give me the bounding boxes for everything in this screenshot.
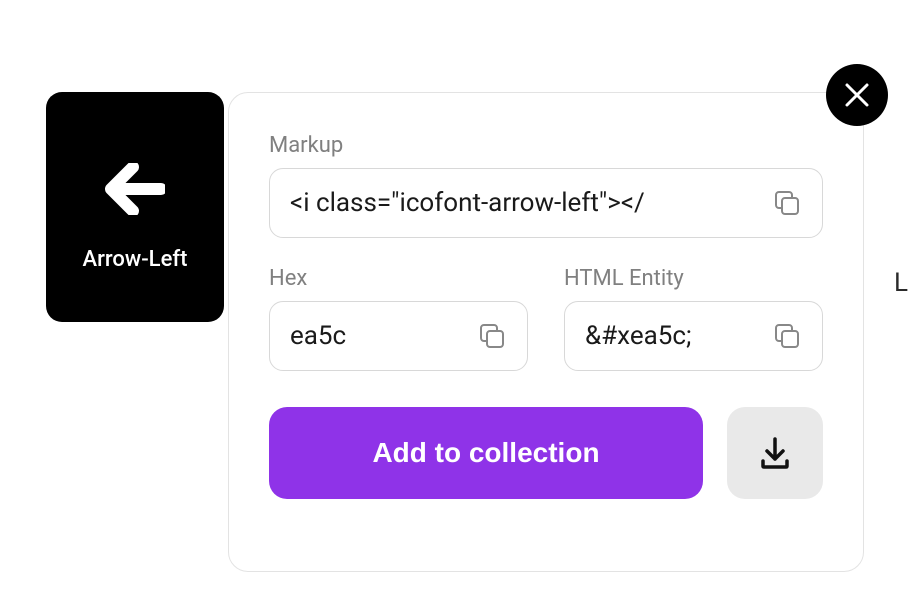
close-icon: [843, 81, 871, 109]
hex-label: Hex: [269, 266, 528, 291]
copy-icon: [477, 321, 507, 351]
markup-value: <i class="icofont-arrow-left"></: [290, 188, 764, 218]
markup-field-group: Markup <i class="icofont-arrow-left"></: [269, 133, 823, 238]
html-entity-input[interactable]: &#xea5c;: [564, 301, 823, 371]
copy-icon: [772, 321, 802, 351]
icon-detail-panel: Markup <i class="icofont-arrow-left"></ …: [228, 92, 864, 572]
icon-preview-card[interactable]: Arrow-Left: [46, 92, 224, 322]
html-entity-value: &#xea5c;: [585, 321, 764, 351]
icon-name-label: Arrow-Left: [83, 247, 188, 272]
copy-hex-button[interactable]: [477, 321, 507, 351]
html-entity-label: HTML Entity: [564, 266, 823, 291]
html-entity-field-group: HTML Entity &#xea5c;: [564, 266, 823, 371]
markup-label: Markup: [269, 133, 823, 158]
download-icon: [755, 433, 795, 473]
arrow-left-icon: [105, 163, 165, 219]
copy-markup-button[interactable]: [772, 188, 802, 218]
close-button[interactable]: [826, 64, 888, 126]
hex-field-group: Hex ea5c: [269, 266, 528, 371]
download-button[interactable]: [727, 407, 823, 499]
copy-html-entity-button[interactable]: [772, 321, 802, 351]
add-to-collection-button[interactable]: Add to collection: [269, 407, 703, 499]
hex-value: ea5c: [290, 321, 469, 351]
hex-input[interactable]: ea5c: [269, 301, 528, 371]
markup-input[interactable]: <i class="icofont-arrow-left"></: [269, 168, 823, 238]
partial-text: L: [894, 268, 908, 298]
copy-icon: [772, 188, 802, 218]
